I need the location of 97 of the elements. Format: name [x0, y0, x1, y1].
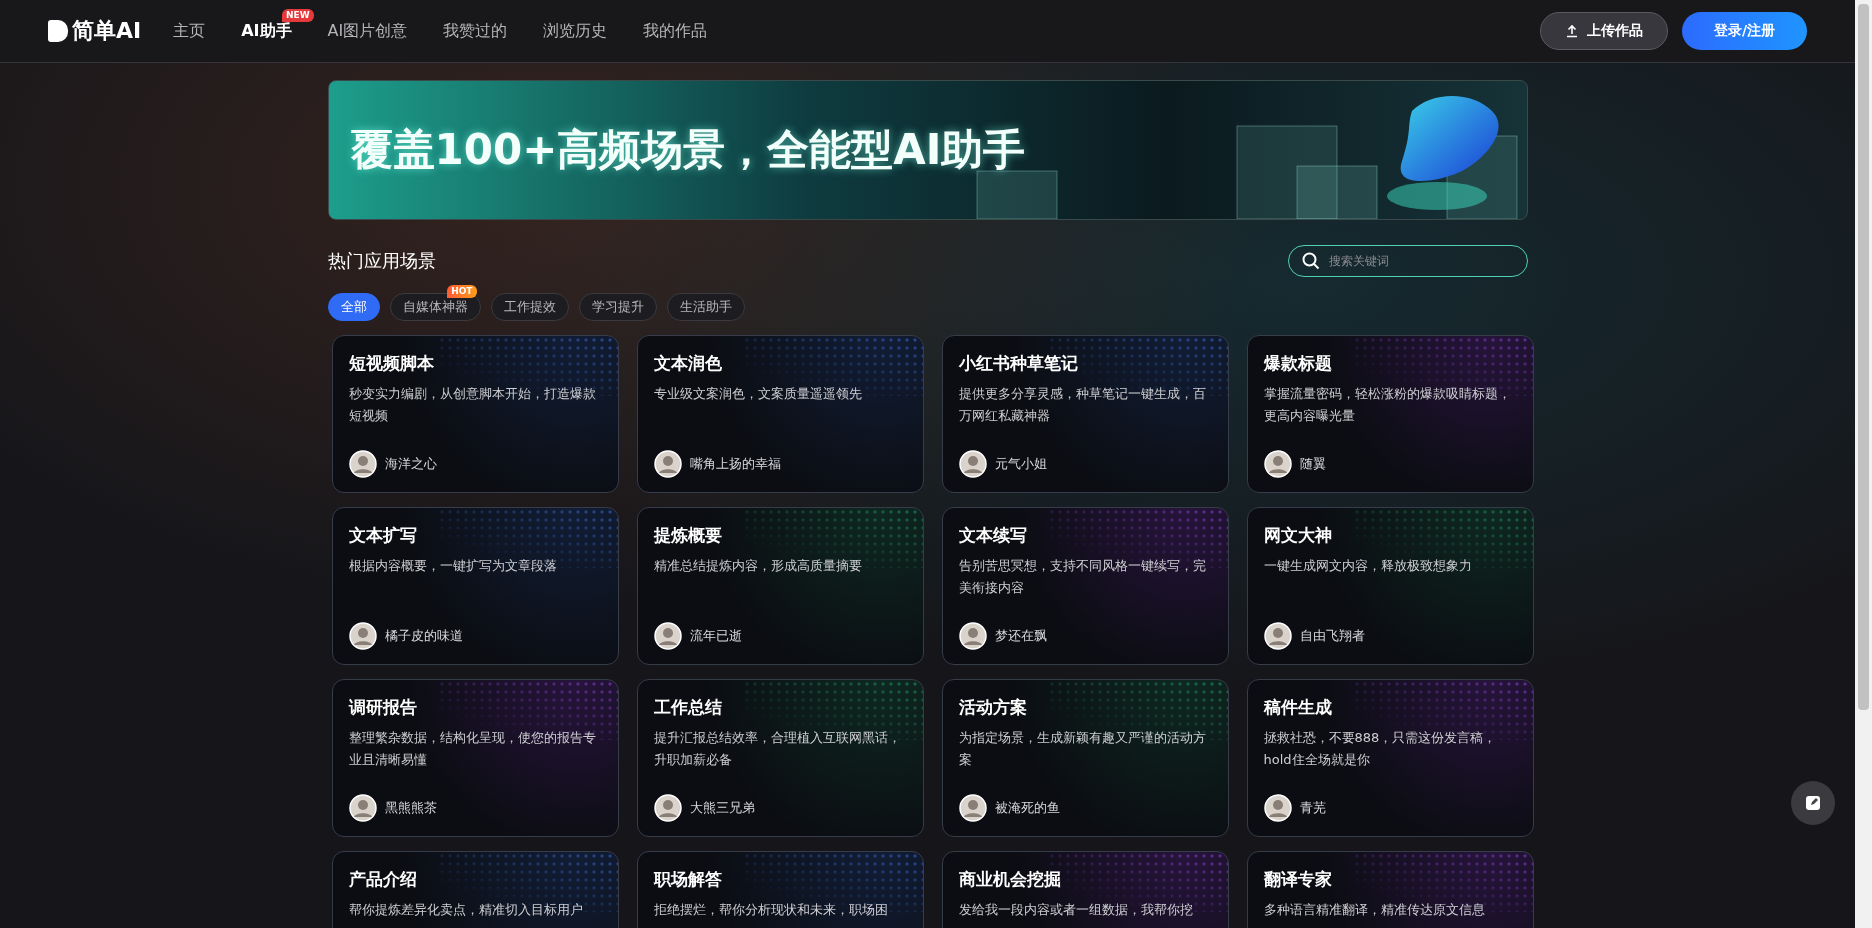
login-button[interactable]: 登录/注册 [1681, 12, 1807, 50]
upload-button[interactable]: 上传作品 [1539, 12, 1668, 50]
filter-tab[interactable]: 全部 [327, 293, 380, 321]
card-title: 文本扩写 [348, 524, 418, 547]
avatar-icon [348, 794, 377, 822]
card-description: 秒变实力编剧，从创意脚本开始，打造爆款短视频 [348, 385, 597, 425]
card-title: 商业机会挖掘 [958, 868, 1062, 891]
logo-text: 简单AI [72, 17, 142, 45]
scenario-card[interactable]: 活动方案 为指定场景，生成新颖有趣又严谨的活动方案 被淹死的鱼 [941, 679, 1229, 837]
card-title: 产品介绍 [348, 868, 418, 891]
upload-icon [1564, 24, 1579, 38]
avatar-icon [653, 450, 682, 478]
avatar-icon [1263, 794, 1292, 822]
card-description: 拯救社恐，不要888，只需这份发言稿，hold住全场就是你 [1263, 729, 1498, 769]
avatar-icon [958, 622, 987, 650]
filter-tab[interactable]: 学习提升 [578, 293, 657, 321]
author-name: 嘴角上扬的幸福 [689, 455, 781, 473]
card-title: 提炼概要 [653, 524, 723, 547]
logo[interactable]: 简单AI [48, 16, 142, 46]
card-title: 翻译专家 [1263, 868, 1333, 891]
scenario-card[interactable]: 职场解答 拒绝摆烂，帮你分析现状和未来，职场困 [636, 851, 924, 928]
author-name: 橘子皮的味道 [384, 627, 463, 645]
author-name: 自由飞翔者 [1299, 627, 1365, 645]
card-description: 一键生成网文内容，释放极致想象力 [1263, 557, 1473, 575]
avatar-icon [958, 794, 987, 822]
scenario-card[interactable]: 调研报告 整理繁杂数据，结构化呈现，使您的报告专业且清晰易懂 黑熊熊茶 [331, 679, 619, 837]
banner-headline: 覆盖100+高频场景，全能型AI助手 [350, 124, 1026, 176]
scenario-card[interactable]: 商业机会挖掘 发给我一段内容或者一组数据，我帮你挖 [941, 851, 1229, 928]
avatar-icon [653, 794, 682, 822]
scenario-card[interactable]: 网文大神 一键生成网文内容，释放极致想象力 自由飞翔者 [1246, 507, 1534, 665]
nav-link[interactable]: 主页 [173, 20, 206, 42]
scenario-card[interactable]: 产品介绍 帮你提炼差异化卖点，精准切入目标用户 [331, 851, 619, 928]
author-name: 元气小姐 [994, 455, 1047, 473]
avatar-icon [958, 450, 987, 478]
filter-tab[interactable]: 工作提效 [490, 293, 569, 321]
author-name: 大熊三兄弟 [689, 799, 755, 817]
scenario-card[interactable]: 文本续写 告别苦思冥想，支持不同风格一键续写，完美衔接内容 梦还在飘 [941, 507, 1229, 665]
card-description: 精准总结提炼内容，形成高质量摘要 [653, 557, 863, 575]
card-description: 告别苦思冥想，支持不同风格一键续写，完美衔接内容 [958, 557, 1207, 597]
card-description: 提升汇报总结效率，合理植入互联网黑话，升职加薪必备 [653, 729, 902, 769]
avatar-icon [348, 622, 377, 650]
scenario-card[interactable]: 文本润色 专业级文案润色，文案质量遥遥领先 嘴角上扬的幸福 [636, 335, 924, 493]
card-title: 工作总结 [653, 696, 723, 719]
edit-button[interactable] [1791, 781, 1835, 825]
scenario-card[interactable]: 短视频脚本 秒变实力编剧，从创意脚本开始，打造爆款短视频 海洋之心 [331, 335, 619, 493]
author-name: 随翼 [1299, 455, 1326, 473]
card-description: 提供更多分享灵感，种草笔记一键生成，百万网红私藏神器 [958, 385, 1207, 425]
card-description: 拒绝摆烂，帮你分析现状和未来，职场困 [653, 901, 889, 919]
scenario-card[interactable]: 提炼概要 精准总结提炼内容，形成高质量摘要 流年已逝 [636, 507, 924, 665]
card-title: 爆款标题 [1263, 352, 1333, 375]
scenario-card[interactable]: 爆款标题 掌握流量密码，轻松涨粉的爆款吸睛标题，更高内容曝光量 随翼 [1246, 335, 1534, 493]
avatar-icon [348, 450, 377, 478]
scenario-card[interactable]: 小红书种草笔记 提供更多分享灵感，种草笔记一键生成，百万网红私藏神器 元气小姐 [941, 335, 1229, 493]
author-name: 青芜 [1299, 799, 1326, 817]
card-description: 掌握流量密码，轻松涨粉的爆款吸睛标题，更高内容曝光量 [1263, 385, 1512, 425]
author-name: 被淹死的鱼 [994, 799, 1060, 817]
author-name: 流年已逝 [689, 627, 742, 645]
nav-link[interactable]: AI助手 [241, 20, 292, 42]
card-title: 短视频脚本 [348, 352, 435, 375]
scenario-card[interactable]: 翻译专家 多种语言精准翻译，精准传达原文信息 [1246, 851, 1534, 928]
card-title: 文本润色 [653, 352, 723, 375]
card-description: 专业级文案润色，文案质量遥遥领先 [653, 385, 863, 403]
card-title: 活动方案 [958, 696, 1028, 719]
new-badge: NEW [281, 8, 314, 22]
author-name: 海洋之心 [384, 455, 437, 473]
card-title: 文本续写 [958, 524, 1028, 547]
nav-link[interactable]: 浏览历史 [543, 20, 608, 42]
hot-badge: HOT [447, 285, 477, 298]
author-name: 黑熊熊茶 [384, 799, 437, 817]
filter-tab[interactable]: 生活助手 [666, 293, 745, 321]
card-description: 帮你提炼差异化卖点，精准切入目标用户 [348, 901, 584, 919]
card-description: 为指定场景，生成新颖有趣又严谨的活动方案 [958, 729, 1207, 769]
nav-link[interactable]: AI图片创意 [327, 20, 408, 42]
search-icon [1301, 252, 1320, 270]
card-title: 小红书种草笔记 [958, 352, 1079, 375]
avatar-icon [1263, 450, 1292, 478]
card-description: 多种语言精准翻译，精准传达原文信息 [1263, 901, 1486, 919]
card-title: 调研报告 [348, 696, 418, 719]
card-title: 职场解答 [653, 868, 723, 891]
card-title: 稿件生成 [1263, 696, 1333, 719]
scenario-card[interactable]: 工作总结 提升汇报总结效率，合理植入互联网黑话，升职加薪必备 大熊三兄弟 [636, 679, 924, 837]
nav-link[interactable]: 我的作品 [643, 20, 708, 42]
scenario-card[interactable]: 稿件生成 拯救社恐，不要888，只需这份发言稿，hold住全场就是你 青芜 [1246, 679, 1534, 837]
filter-tab[interactable]: 自媒体神器 [389, 293, 481, 321]
card-description: 发给我一段内容或者一组数据，我帮你挖 [958, 901, 1194, 919]
search-field[interactable]: 搜索关键词 [1287, 245, 1528, 277]
banner[interactable]: 覆盖100+高频场景，全能型AI助手 [327, 80, 1528, 220]
avatar-icon [653, 622, 682, 650]
section-title: 热门应用场景 [327, 249, 436, 273]
scenario-card[interactable]: 文本扩写 根据内容概要，一键扩写为文章段落 橘子皮的味道 [331, 507, 619, 665]
card-description: 根据内容概要，一键扩写为文章段落 [348, 557, 558, 575]
card-description: 整理繁杂数据，结构化呈现，使您的报告专业且清晰易懂 [348, 729, 597, 769]
author-name: 梦还在飘 [994, 627, 1047, 645]
nav-link[interactable]: 我赞过的 [443, 20, 508, 42]
edit-icon [1804, 794, 1822, 812]
card-title: 网文大神 [1263, 524, 1333, 547]
avatar-icon [1263, 622, 1292, 650]
